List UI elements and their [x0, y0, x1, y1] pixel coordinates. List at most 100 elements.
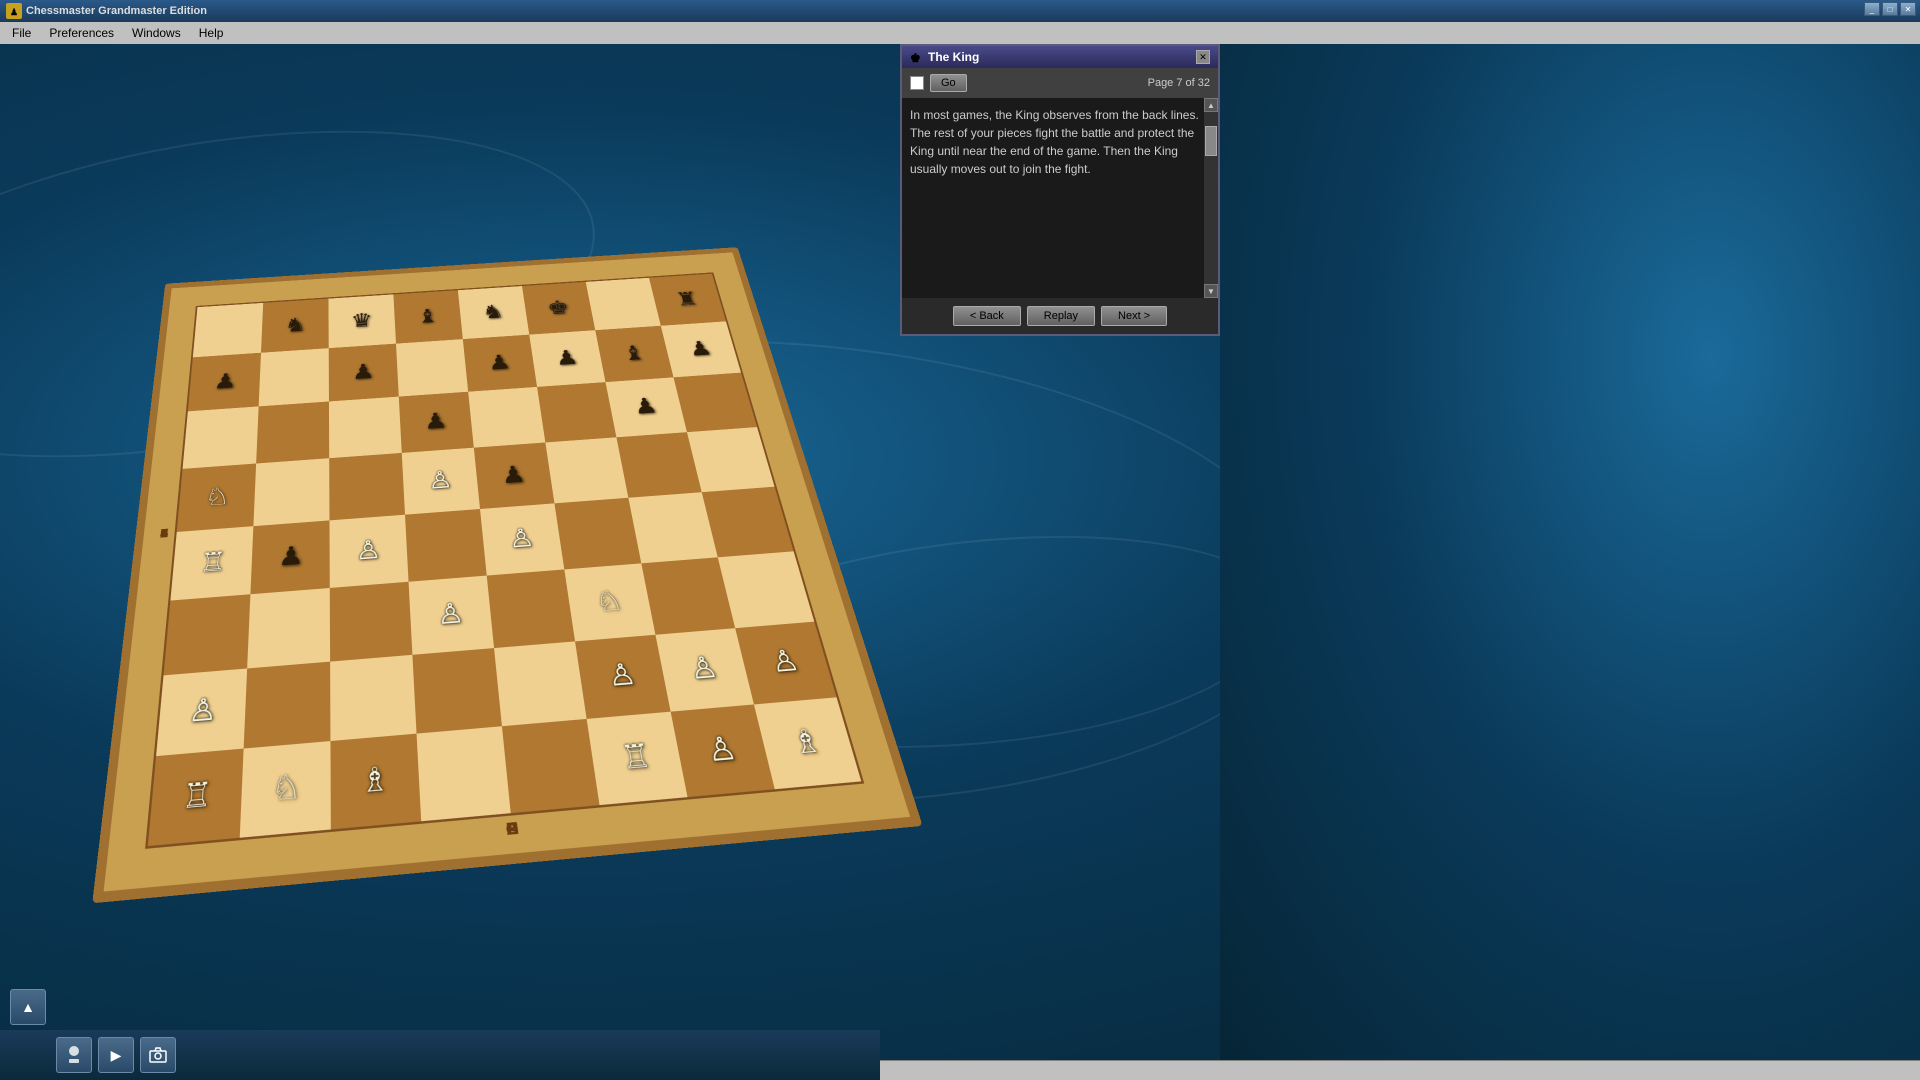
piece-f7: ♟	[554, 347, 580, 368]
cell-b6[interactable]	[256, 401, 329, 464]
cell-e5[interactable]: ♟	[474, 443, 555, 509]
piece-e4: ♙	[507, 525, 536, 552]
cell-f6[interactable]	[537, 382, 616, 443]
back-button[interactable]: < Back	[953, 306, 1021, 326]
menu-windows[interactable]: Windows	[124, 24, 189, 42]
scroll-thumb[interactable]	[1205, 126, 1217, 156]
play-button[interactable]: ▶	[98, 1037, 134, 1073]
cell-f8[interactable]: ♚	[522, 282, 595, 335]
cell-b4[interactable]: ♟	[250, 520, 329, 594]
go-controls: Go	[910, 74, 967, 92]
cell-g7[interactable]: ♝	[595, 326, 673, 382]
cell-e1[interactable]	[502, 719, 600, 813]
cell-h5[interactable]	[687, 427, 775, 492]
cell-a6[interactable]	[183, 406, 259, 469]
cell-c1[interactable]: ♗	[330, 734, 421, 830]
cell-f5[interactable]	[545, 437, 628, 503]
piece-c8: ♛	[350, 311, 373, 331]
cell-c7[interactable]: ♟	[329, 343, 399, 401]
go-button[interactable]: Go	[930, 74, 967, 92]
minimize-button[interactable]: _	[1864, 2, 1880, 16]
dialog-controls: Go Page 7 of 32	[902, 68, 1218, 98]
scroll-down-button[interactable]: ▼	[1204, 284, 1218, 298]
dialog-close-button[interactable]: ✕	[1196, 50, 1210, 64]
piece-h1: ♗	[788, 725, 825, 759]
piece-a1: ♖	[181, 778, 213, 815]
cell-e6[interactable]	[468, 387, 545, 448]
cell-d2[interactable]	[412, 648, 502, 734]
cell-d6[interactable]: ♟	[399, 391, 474, 453]
cell-h7[interactable]: ♟	[661, 321, 741, 377]
cell-b5[interactable]	[253, 458, 329, 526]
window-controls: _ □ ✕	[1864, 2, 1916, 16]
close-button[interactable]: ✕	[1900, 2, 1916, 16]
menu-help[interactable]: Help	[191, 24, 232, 42]
dialog-text: In most games, the King observes from th…	[910, 106, 1210, 178]
cell-f3[interactable]: ♘	[564, 563, 655, 641]
cell-a3[interactable]	[164, 594, 251, 675]
cell-d7[interactable]	[396, 339, 468, 396]
cell-d4[interactable]	[405, 509, 487, 582]
restore-button[interactable]: □	[1882, 2, 1898, 16]
cell-f4[interactable]	[554, 498, 641, 569]
menu-file[interactable]: File	[4, 24, 39, 42]
piece-b1: ♘	[271, 770, 301, 806]
menu-preferences[interactable]: Preferences	[41, 24, 122, 42]
replay-button[interactable]: Replay	[1027, 306, 1095, 326]
cell-b3[interactable]	[247, 588, 330, 668]
cell-c4[interactable]: ♙	[329, 515, 408, 588]
piece-icon-button[interactable]	[56, 1037, 92, 1073]
scrollbar[interactable]: ▲ ▼	[1204, 98, 1218, 298]
cell-e8[interactable]: ♞	[458, 286, 529, 339]
cell-e3[interactable]	[487, 569, 575, 647]
dialog-title: ♚ The King	[910, 50, 979, 64]
cell-e2[interactable]	[494, 641, 587, 727]
cell-f1[interactable]: ♖	[587, 712, 688, 805]
cell-b2[interactable]	[244, 661, 331, 749]
cell-e4[interactable]: ♙	[480, 503, 564, 575]
cell-h6[interactable]	[673, 372, 757, 432]
cell-b8[interactable]: ♞	[261, 299, 329, 353]
piece-f1: ♖	[619, 740, 653, 775]
cell-a4[interactable]: ♖	[170, 526, 253, 600]
cell-a8[interactable]	[193, 303, 263, 357]
cell-c6[interactable]	[329, 396, 402, 458]
cell-c2[interactable]	[330, 654, 416, 741]
cell-h2[interactable]: ♙	[735, 621, 837, 705]
cell-c3[interactable]	[330, 582, 413, 662]
cell-a5[interactable]: ♘	[177, 464, 256, 532]
piece-d3: ♙	[436, 599, 465, 629]
go-checkbox[interactable]	[910, 76, 924, 90]
cell-d5[interactable]: ♙	[402, 448, 480, 515]
next-button[interactable]: Next >	[1101, 306, 1167, 326]
cell-h3[interactable]	[718, 551, 814, 628]
cell-b1[interactable]: ♘	[240, 741, 331, 837]
scroll-up-button[interactable]: ▲	[1204, 98, 1218, 112]
board-grid: ♞♛♝♞♚♜♟♟♟♟♝♟♟♟♘♙♟♖♟♙♙♙♘♙♙♙♙♖♘♗♖♙♗	[145, 272, 864, 849]
piece-g2: ♙	[687, 653, 721, 685]
cell-c8[interactable]: ♛	[328, 294, 395, 348]
svg-text:♚: ♚	[910, 51, 921, 64]
up-arrow-button[interactable]: ▲	[10, 989, 46, 1025]
piece-d6: ♟	[423, 410, 448, 433]
cell-f2[interactable]: ♙	[575, 634, 671, 719]
cell-e7[interactable]: ♟	[463, 334, 537, 391]
cell-a7[interactable]: ♟	[188, 353, 261, 411]
cell-b7[interactable]	[259, 348, 329, 406]
cell-h8[interactable]: ♜	[649, 274, 726, 326]
cell-d8[interactable]: ♝	[393, 290, 462, 343]
cell-d3[interactable]: ♙	[409, 575, 494, 654]
board-container: 8 7 6 5 4 3 2 1 A B C D E F G	[0, 44, 880, 1080]
camera-button[interactable]	[140, 1037, 176, 1073]
cell-f7[interactable]: ♟	[529, 330, 605, 387]
cell-a1[interactable]: ♖	[148, 749, 244, 846]
piece-h8: ♜	[674, 289, 700, 309]
piece-g7: ♝	[620, 343, 647, 364]
cell-h4[interactable]	[702, 487, 794, 557]
cell-d1[interactable]	[417, 727, 511, 822]
cell-a2[interactable]: ♙	[156, 668, 247, 756]
piece-c1: ♗	[360, 763, 390, 799]
cell-g8[interactable]	[586, 278, 661, 330]
bottom-controls: ▲ ▶	[0, 1030, 880, 1080]
cell-c5[interactable]	[329, 453, 405, 520]
